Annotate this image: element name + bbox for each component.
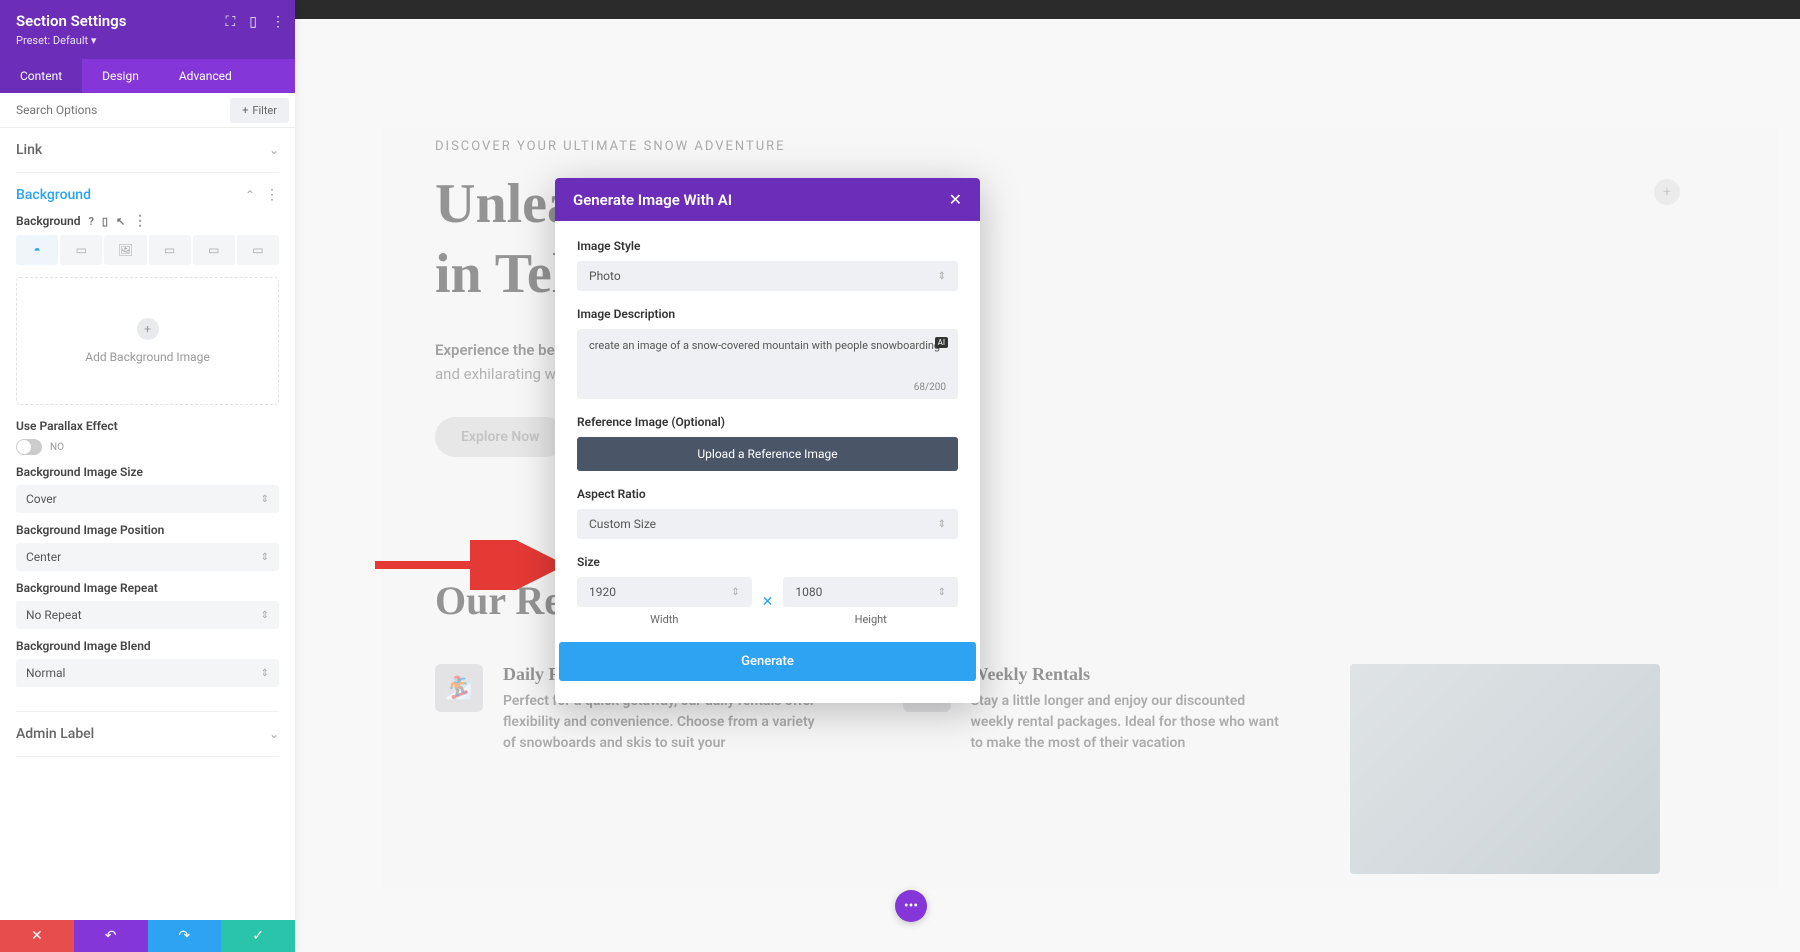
sidebar-search: +Filter [0,93,295,128]
height-input[interactable]: 1080⇕ [783,577,958,607]
times-icon: ✕ [762,594,774,610]
parallax-value: NO [50,442,64,453]
snowboard-icon: 🏂 [435,664,483,712]
ai-badge: AI [935,337,948,348]
accordion-link[interactable]: Link ⌄ [16,142,279,158]
more-dots-icon[interactable]: ⋮ [265,187,279,203]
image-style-select[interactable]: Photo⇕ [577,261,958,291]
bg-blend-label: Background Image Blend [16,639,279,653]
bg-tab-video[interactable]: ▭ [149,235,191,265]
size-label: Size [577,555,958,569]
filter-button[interactable]: +Filter [230,98,289,123]
search-input[interactable] [0,93,230,127]
bg-repeat-select[interactable]: No Repeat⇕ [16,601,279,629]
bg-tab-color[interactable]: ◓ [16,235,58,265]
cursor-icon[interactable]: ↖ [116,215,125,228]
image-style-label: Image Style [577,239,958,253]
admin-label-title: Admin Label [16,726,94,742]
ai-image-modal: Generate Image With AI ✕ Image Style Pho… [555,178,980,703]
bg-tab-image[interactable]: 🖼 [104,235,146,265]
settings-body: Link ⌄ Background ⌃ ⋮ Background ? ▯ ↖ ⋮ [0,128,295,920]
tab-content[interactable]: Content [0,59,82,93]
width-sublabel: Width [577,613,752,626]
parallax-label: Use Parallax Effect [16,419,279,433]
sidebar-tabs: Content Design Advanced [0,59,295,93]
sidebar-preset[interactable]: Preset: Default ▾ [16,34,279,47]
more-icon[interactable]: ⋮ [271,14,285,30]
image-desc-label: Image Description [577,307,958,321]
weekly-title: Weekly Rentals [971,664,1291,685]
chevron-down-icon: ⌄ [269,143,279,157]
undo-button[interactable]: ↶ [74,920,148,952]
expand-icon[interactable]: ⛶ [225,14,235,30]
add-background-zone[interactable]: + Add Background Image [16,277,279,405]
chevron-down-icon: ⌄ [269,727,279,741]
top-bar [295,0,1800,19]
floating-action-button[interactable]: ••• [895,890,927,922]
upload-reference-button[interactable]: Upload a Reference Image [577,437,958,471]
bg-tab-mask[interactable]: ▭ [193,235,235,265]
hero-section: DISCOVER YOUR ULTIMATE SNOW ADVENTURE Un… [295,19,1800,517]
generate-button[interactable]: Generate [559,642,976,681]
bg-repeat-label: Background Image Repeat [16,581,279,595]
cancel-button[interactable]: ✕ [0,920,74,952]
bg-position-label: Background Image Position [16,523,279,537]
tab-design[interactable]: Design [82,59,159,93]
image-desc-textarea[interactable]: create an image of a snow-covered mounta… [577,329,958,399]
main-content: DISCOVER YOUR ULTIMATE SNOW ADVENTURE Un… [295,19,1800,952]
char-count: 68/200 [914,382,946,393]
parallax-toggle[interactable] [16,439,42,455]
modal-title: Generate Image With AI [573,191,732,209]
background-label: Background [16,214,80,228]
bg-blend-select[interactable]: Normal⇕ [16,659,279,687]
chevron-up-icon: ⌃ [245,188,255,202]
bg-position-select[interactable]: Center⇕ [16,543,279,571]
modal-header: Generate Image With AI ✕ [555,178,980,221]
background-type-tabs: ◓ ▭ 🖼 ▭ ▭ ▭ [16,235,279,265]
bg-tab-pattern[interactable]: ▭ [237,235,279,265]
link-title: Link [16,142,42,158]
hero-eyebrow: DISCOVER YOUR ULTIMATE SNOW ADVENTURE [435,139,1700,154]
panel-icon[interactable]: ▯ [249,14,257,30]
field-more-icon[interactable]: ⋮ [133,213,147,229]
bg-size-label: Background Image Size [16,465,279,479]
explore-button[interactable]: Explore Now [435,417,566,457]
bg-tab-gradient[interactable]: ▭ [60,235,102,265]
sidebar-header: Section Settings Preset: Default ▾ ⛶ ▯ ⋮ [0,0,295,59]
bg-size-select[interactable]: Cover⇕ [16,485,279,513]
add-element-button[interactable]: + [1654,179,1680,205]
close-icon[interactable]: ✕ [949,190,962,209]
bottom-actions: ✕ ↶ ↷ ✓ [0,920,295,952]
accordion-admin-label[interactable]: Admin Label ⌄ [16,726,279,742]
height-sublabel: Height [783,613,958,626]
help-icon[interactable]: ? [88,215,93,228]
rental-image [1350,664,1660,874]
annotation-arrow [370,540,570,594]
add-bg-text: Add Background Image [27,350,268,364]
plus-icon: + [137,318,159,340]
mobile-icon[interactable]: ▯ [102,215,108,228]
settings-sidebar: Section Settings Preset: Default ▾ ⛶ ▯ ⋮… [0,0,295,952]
weekly-desc: Stay a little longer and enjoy our disco… [971,691,1291,754]
redo-button[interactable]: ↷ [148,920,222,952]
tab-advanced[interactable]: Advanced [159,59,252,93]
width-input[interactable]: 1920⇕ [577,577,752,607]
save-button[interactable]: ✓ [221,920,295,952]
aspect-ratio-select[interactable]: Custom Size⇕ [577,509,958,539]
accordion-background[interactable]: Background ⌃ ⋮ [16,187,279,203]
ref-image-label: Reference Image (Optional) [577,415,958,429]
background-title: Background [16,187,91,203]
aspect-ratio-label: Aspect Ratio [577,487,958,501]
